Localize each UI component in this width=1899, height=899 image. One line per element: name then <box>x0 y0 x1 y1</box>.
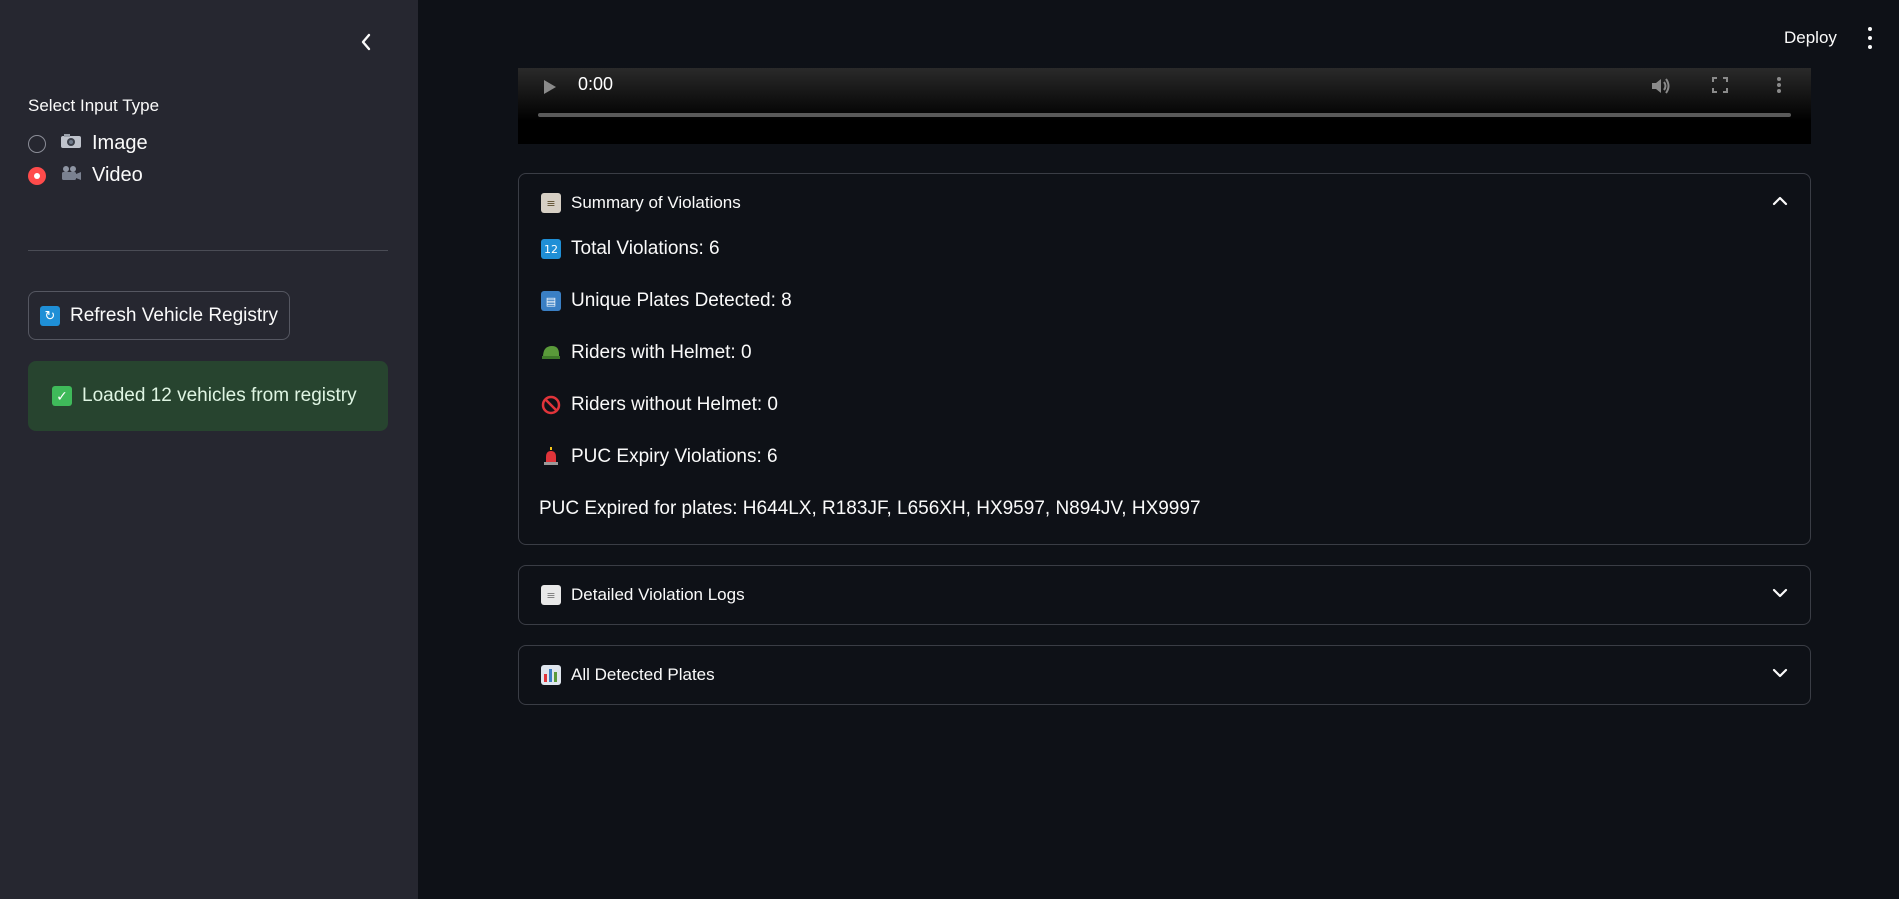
input-type-label: Select Input Type <box>28 96 160 115</box>
refresh-button-label: Refresh Vehicle Registry <box>69 304 279 326</box>
id-card-icon: ▤ <box>541 291 561 311</box>
siren-icon <box>544 447 558 465</box>
violation-logs-expander[interactable]: ≡ Detailed Violation Logs <box>518 565 1811 625</box>
play-icon[interactable] <box>542 78 558 96</box>
radio-option-label: Image <box>92 132 148 154</box>
riders-with-helmet-text: Riders with Helmet: 0 <box>571 342 752 363</box>
camera-icon <box>60 133 82 154</box>
video-time: 0:00 <box>578 74 614 94</box>
summary-expander: ≡ Summary of Violations 12 Total Violati… <box>518 173 1811 545</box>
unique-plates-stat: ▤ Unique Plates Detected: 8 <box>541 290 792 312</box>
volume-icon[interactable] <box>1650 76 1672 96</box>
puc-expiry-stat: PUC Expiry Violations: 6 <box>541 446 778 468</box>
clipboard-icon: ≡ <box>541 193 561 213</box>
collapse-sidebar-button[interactable] <box>352 28 380 56</box>
violation-logs-title: Detailed Violation Logs <box>571 585 745 604</box>
puc-expiry-text: PUC Expiry Violations: 6 <box>571 446 778 467</box>
helmet-icon <box>542 346 560 359</box>
more-options-icon[interactable] <box>1776 76 1782 94</box>
radio-option-video[interactable]: Video <box>28 164 143 187</box>
refresh-registry-button[interactable]: ↻ Refresh Vehicle Registry <box>28 291 290 340</box>
radio-option-label: Video <box>92 164 143 186</box>
violation-logs-header[interactable]: ≡ Detailed Violation Logs <box>519 566 1810 624</box>
total-violations-text: Total Violations: 6 <box>571 238 720 259</box>
detected-plates-expander[interactable]: All Detected Plates <box>518 645 1811 705</box>
check-mark-icon: ✓ <box>52 386 72 406</box>
document-icon: ≡ <box>541 585 561 605</box>
riders-without-helmet-text: Riders without Helmet: 0 <box>571 394 778 415</box>
radio-button[interactable] <box>28 134 46 153</box>
kebab-menu-icon <box>1868 27 1872 31</box>
detected-plates-header[interactable]: All Detected Plates <box>519 646 1810 704</box>
total-violations-stat: 12 Total Violations: 6 <box>541 238 720 260</box>
fullscreen-icon[interactable] <box>1711 76 1729 94</box>
deploy-button[interactable]: Deploy <box>1784 28 1837 48</box>
success-alert: ✓ Loaded 12 vehicles from registry <box>28 361 388 431</box>
summary-title: Summary of Violations <box>571 193 741 212</box>
video-camera-icon <box>60 165 82 186</box>
numbers-icon: 12 <box>541 239 561 259</box>
sidebar-divider <box>28 250 388 251</box>
refresh-icon: ↻ <box>39 305 60 326</box>
radio-option-image[interactable]: Image <box>28 132 148 155</box>
detected-plates-title: All Detected Plates <box>571 665 715 684</box>
chevron-down-icon <box>1772 588 1788 598</box>
chevron-down-icon <box>1772 668 1788 678</box>
main-menu-button[interactable] <box>1860 27 1880 49</box>
video-player[interactable]: 0:00 <box>518 68 1811 144</box>
unique-plates-text: Unique Plates Detected: 8 <box>571 290 792 311</box>
bar-chart-icon <box>541 665 561 685</box>
chevron-up-icon <box>1772 196 1788 206</box>
riders-with-helmet-stat: Riders with Helmet: 0 <box>541 342 752 364</box>
puc-plates-text: PUC Expired for plates: H644LX, R183JF, … <box>539 498 1201 519</box>
video-progress-track[interactable] <box>538 113 1791 117</box>
prohibited-icon <box>541 395 561 415</box>
riders-without-helmet-stat: Riders without Helmet: 0 <box>541 394 778 416</box>
summary-expander-header[interactable]: ≡ Summary of Violations <box>519 174 1810 232</box>
success-message: Loaded 12 vehicles from registry <box>82 385 357 406</box>
sidebar: Select Input Type Image Video ↻ Refresh … <box>0 0 418 899</box>
radio-button-selected[interactable] <box>28 166 46 185</box>
chevron-left-icon <box>361 33 371 51</box>
